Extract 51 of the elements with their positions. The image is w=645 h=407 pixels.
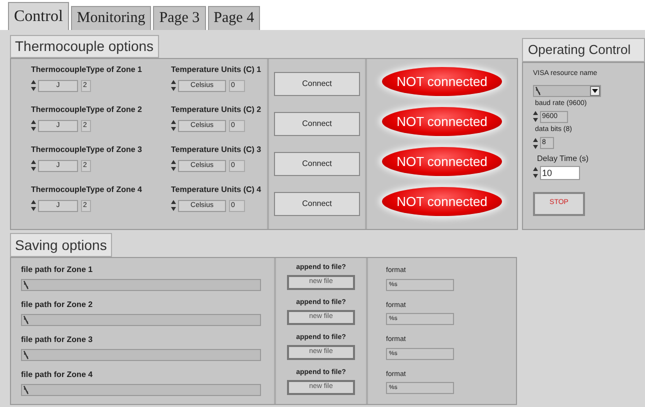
field-label: Temperature Units (C) 2 (171, 104, 262, 116)
path-field[interactable] (21, 314, 261, 326)
path-field[interactable] (21, 349, 261, 361)
spinner-icon[interactable] (171, 159, 176, 172)
path-icon (535, 86, 541, 96)
spinner-icon[interactable] (171, 79, 176, 92)
connect-button[interactable]: Connect (274, 152, 360, 176)
field-label: file path for Zone 3 (21, 334, 94, 346)
field-label: ThermocoupleType of Zone 4 (31, 184, 143, 196)
status-indicator: NOT connected (382, 107, 502, 136)
spinner-icon[interactable] (171, 119, 176, 132)
field-label: Temperature Units (C) 1 (171, 64, 262, 76)
tab[interactable]: Control (8, 2, 69, 30)
spinner-icon[interactable] (31, 159, 36, 172)
status-indicator: NOT connected (382, 67, 502, 96)
spinner-icon[interactable] (533, 110, 538, 123)
number-field[interactable]: 10 (540, 166, 580, 180)
spinner-icon[interactable] (533, 136, 538, 150)
tab[interactable]: Page 4 (208, 6, 260, 30)
spinner-icon[interactable] (31, 119, 36, 132)
field-label: file path for Zone 1 (21, 264, 94, 276)
section-title: Saving options (10, 233, 112, 257)
spinner-icon[interactable] (31, 79, 36, 92)
connect-button[interactable]: Connect (274, 72, 360, 96)
path-icon (23, 315, 29, 325)
section-title: Operating Control (522, 38, 645, 62)
field-label: file path for Zone 4 (21, 369, 94, 381)
spinner-icon[interactable] (31, 199, 36, 212)
path-icon (23, 350, 29, 360)
field-label: file path for Zone 2 (21, 299, 94, 311)
field-label: ThermocoupleType of Zone 3 (31, 144, 143, 156)
dropdown-field[interactable] (533, 84, 601, 96)
field-label: Temperature Units (C) 4 (171, 184, 262, 196)
status-indicator: NOT connected (382, 187, 502, 216)
status-indicator: NOT connected (382, 147, 502, 176)
field-label: Temperature Units (C) 3 (171, 144, 262, 156)
connect-button[interactable]: Connect (274, 112, 360, 136)
tab[interactable]: Page 3 (153, 6, 206, 30)
spinner-icon[interactable] (171, 199, 176, 212)
spinner-icon[interactable] (533, 166, 538, 179)
path-field[interactable] (21, 384, 261, 396)
path-field[interactable] (21, 279, 261, 291)
field-label: Delay Time (s) (536, 152, 590, 164)
dropdown-arrow-icon[interactable] (590, 86, 600, 96)
field-label: ThermocoupleType of Zone 1 (31, 64, 143, 76)
field-label: ThermocoupleType of Zone 2 (31, 104, 143, 116)
section-title: Thermocouple options (10, 35, 159, 58)
path-icon (23, 385, 29, 395)
path-icon (23, 280, 29, 290)
connect-button[interactable]: Connect (274, 192, 360, 216)
tab[interactable]: Monitoring (70, 6, 152, 30)
